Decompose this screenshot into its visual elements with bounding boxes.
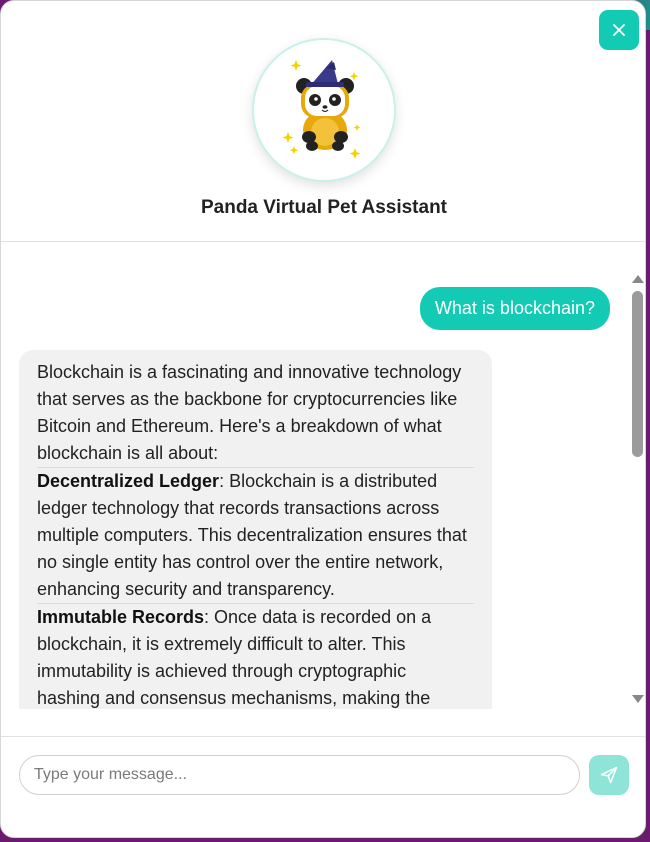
point-term: Decentralized Ledger — [37, 471, 220, 491]
scroll-thumb[interactable] — [632, 291, 643, 457]
close-button[interactable] — [599, 10, 639, 50]
assistant-message-point: Immutable Records: Once data is recorded… — [37, 603, 474, 709]
assistant-message-point: Decentralized Ledger: Blockchain is a di… — [37, 467, 474, 603]
assistant-message-intro: Blockchain is a fascinating and innovati… — [37, 362, 462, 463]
chat-messages[interactable]: What is blockchain? Blockchain is a fasc… — [1, 242, 629, 709]
user-message-bubble: What is blockchain? — [419, 287, 610, 330]
panda-wizard-avatar-icon — [282, 60, 361, 159]
chat-scrollbar[interactable] — [629, 271, 645, 709]
send-icon — [600, 766, 618, 784]
scroll-down-arrow-icon[interactable] — [632, 695, 644, 703]
send-button[interactable] — [589, 755, 629, 795]
assistant-message-bubble: Blockchain is a fascinating and innovati… — [19, 350, 492, 709]
point-term: Immutable Records — [37, 607, 205, 627]
scroll-up-arrow-icon[interactable] — [632, 275, 644, 283]
chat-window: Panda Virtual Pet Assistant What is bloc… — [0, 0, 646, 838]
message-input[interactable] — [19, 755, 580, 795]
page-title: Panda Virtual Pet Assistant — [200, 197, 448, 218]
close-icon — [613, 24, 625, 36]
footer-divider — [1, 736, 645, 737]
avatar — [252, 38, 396, 182]
